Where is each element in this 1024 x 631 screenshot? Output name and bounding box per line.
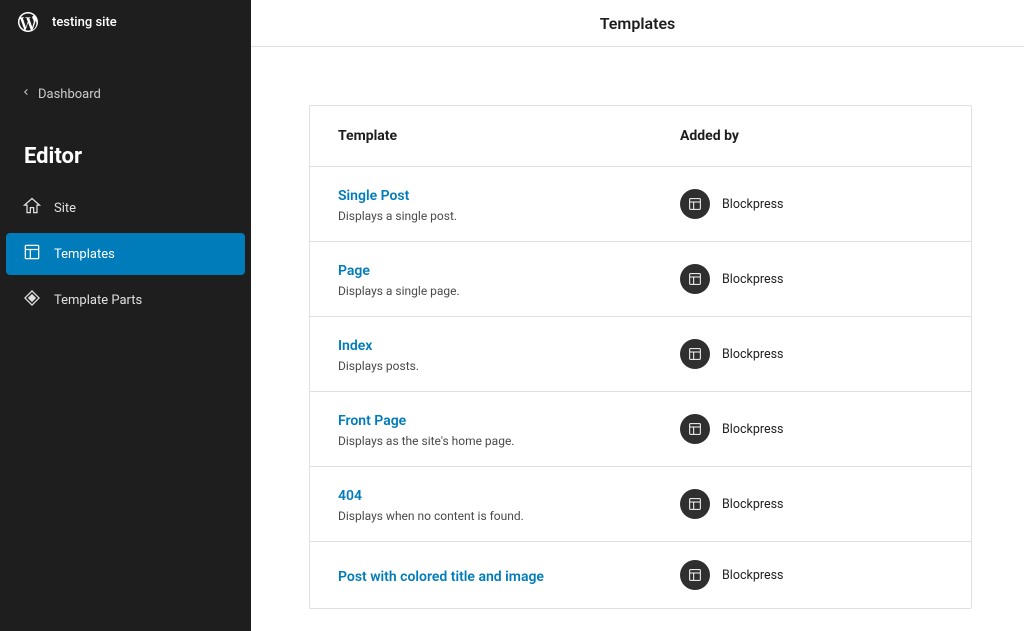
template-desc: Displays a single page. xyxy=(338,284,680,298)
theme-icon xyxy=(680,414,710,444)
nav-item-label: Templates xyxy=(54,247,115,262)
nav-list: Site Templates Template Parts xyxy=(0,187,251,321)
site-name: testing site xyxy=(52,15,117,30)
back-dashboard-link[interactable]: Dashboard xyxy=(0,78,251,110)
added-by-name: Blockpress xyxy=(722,347,784,362)
table-row: Index Displays posts. Blockpress xyxy=(310,316,971,391)
template-link-post-colored[interactable]: Post with colored title and image xyxy=(338,569,544,585)
back-label: Dashboard xyxy=(38,87,101,102)
template-link-front-page[interactable]: Front Page xyxy=(338,413,406,429)
added-by-name: Blockpress xyxy=(722,422,784,437)
sidebar-header: testing site xyxy=(0,0,251,44)
template-link-page[interactable]: Page xyxy=(338,263,370,279)
template-link-index[interactable]: Index xyxy=(338,338,372,354)
theme-icon xyxy=(680,560,710,590)
added-by-name: Blockpress xyxy=(722,197,784,212)
main-area: Templates Template Added by Single Post … xyxy=(251,0,1024,631)
table-row: Post with colored title and image Blockp… xyxy=(310,541,971,608)
th-addedby: Added by xyxy=(680,128,943,144)
layout-icon xyxy=(22,242,42,266)
nav-item-template-parts[interactable]: Template Parts xyxy=(6,279,245,321)
sidebar: testing site Dashboard Editor Site Templ… xyxy=(0,0,251,631)
theme-icon xyxy=(680,189,710,219)
home-icon xyxy=(22,196,42,220)
table-row: Front Page Displays as the site's home p… xyxy=(310,391,971,466)
template-desc: Displays posts. xyxy=(338,359,680,373)
theme-icon xyxy=(680,264,710,294)
nav-item-site[interactable]: Site xyxy=(6,187,245,229)
wordpress-logo-icon[interactable] xyxy=(16,10,40,34)
template-desc: Displays when no content is found. xyxy=(338,509,680,523)
nav-item-label: Site xyxy=(54,201,76,216)
th-template: Template xyxy=(338,128,680,144)
top-header: Templates xyxy=(251,0,1024,47)
added-by-name: Blockpress xyxy=(722,272,784,287)
template-desc: Displays a single post. xyxy=(338,209,680,223)
table-header: Template Added by xyxy=(310,106,971,166)
sidebar-title: Editor xyxy=(0,144,251,169)
nav-item-templates[interactable]: Templates xyxy=(6,233,245,275)
table-row: 404 Displays when no content is found. B… xyxy=(310,466,971,541)
template-desc: Displays as the site's home page. xyxy=(338,434,680,448)
template-link-single-post[interactable]: Single Post xyxy=(338,188,409,204)
template-link-404[interactable]: 404 xyxy=(338,488,362,504)
page-title: Templates xyxy=(600,14,676,33)
added-by-name: Blockpress xyxy=(722,497,784,512)
nav-item-label: Template Parts xyxy=(54,293,142,308)
templates-table: Template Added by Single Post Displays a… xyxy=(309,105,972,609)
chevron-left-icon xyxy=(20,86,32,102)
table-row: Single Post Displays a single post. Bloc… xyxy=(310,166,971,241)
table-row: Page Displays a single page. Blockpress xyxy=(310,241,971,316)
content: Template Added by Single Post Displays a… xyxy=(251,47,1024,631)
theme-icon xyxy=(680,489,710,519)
diamond-icon xyxy=(22,288,42,312)
theme-icon xyxy=(680,339,710,369)
added-by-name: Blockpress xyxy=(722,568,784,583)
